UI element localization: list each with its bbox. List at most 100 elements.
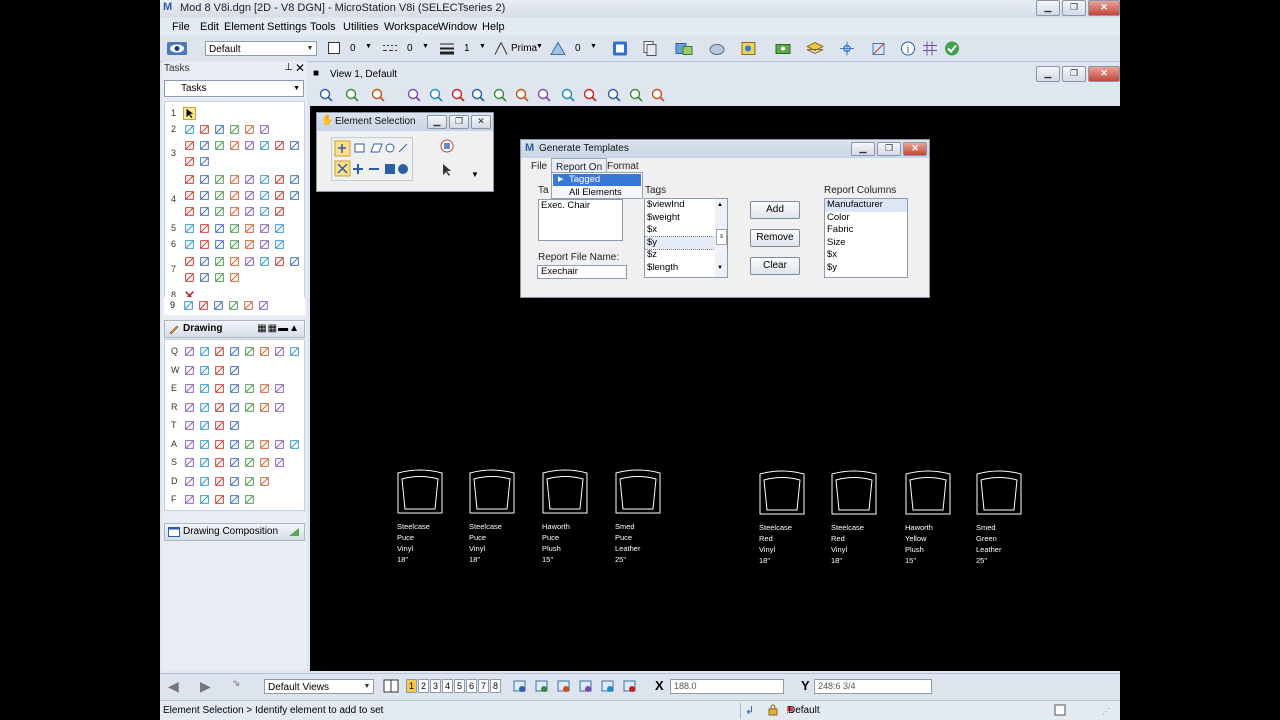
tool-icon[interactable]: [213, 271, 226, 284]
tool-icon[interactable]: [228, 205, 241, 218]
tool-icon[interactable]: [257, 299, 270, 312]
view-next-icon[interactable]: [582, 87, 598, 103]
tool-icon[interactable]: [273, 189, 286, 202]
line-style-icon[interactable]: [382, 40, 398, 57]
sheet-view-icon[interactable]: [578, 678, 594, 694]
class-value[interactable]: Prima: [511, 43, 537, 60]
accudraw-icon[interactable]: [870, 40, 888, 57]
window-area-icon[interactable]: [470, 87, 486, 103]
tool-icon[interactable]: [243, 382, 256, 395]
tool-icon[interactable]: [228, 401, 241, 414]
tool-icon[interactable]: [182, 299, 195, 312]
tool-icon[interactable]: [228, 238, 241, 251]
add-button[interactable]: Add: [750, 201, 800, 219]
menu-workspace[interactable]: Workspace: [384, 21, 439, 33]
close-button[interactable]: ✕: [471, 115, 491, 129]
chevron-down-icon[interactable]: ▼: [479, 43, 486, 60]
tool-icon[interactable]: [213, 419, 226, 432]
tool-icon[interactable]: [243, 139, 256, 152]
tool-icon[interactable]: [228, 189, 241, 202]
menu-window[interactable]: Window: [438, 21, 477, 33]
tool-icon[interactable]: [258, 238, 271, 251]
tool-icon[interactable]: [258, 189, 271, 202]
render-icon[interactable]: [740, 40, 758, 57]
tool-icon[interactable]: [198, 155, 211, 168]
view-attributes-icon[interactable]: [612, 40, 628, 57]
close-button[interactable]: ✕: [903, 142, 927, 156]
tool-icon[interactable]: [273, 222, 286, 235]
tool-icon[interactable]: [198, 205, 211, 218]
update-view-icon[interactable]: [406, 87, 422, 103]
menu-utilities[interactable]: Utilities: [343, 21, 378, 33]
tool-icon[interactable]: [198, 255, 211, 268]
element-selection-icon[interactable]: [183, 107, 196, 120]
chair-symbol[interactable]: [976, 470, 1022, 515]
report-column-item[interactable]: Manufacturer: [825, 199, 907, 212]
fit-view-icon[interactable]: [492, 87, 508, 103]
menu-edit[interactable]: Edit: [200, 21, 219, 33]
level-display-icon[interactable]: [166, 40, 188, 57]
tool-icon[interactable]: [198, 493, 211, 506]
cube-icon[interactable]: [512, 678, 528, 694]
zoom-in-icon[interactable]: [428, 87, 444, 103]
tool-icon[interactable]: [288, 139, 301, 152]
select-all-icon[interactable]: [440, 139, 454, 153]
view-3-button[interactable]: 3: [430, 679, 441, 693]
view-1-button[interactable]: 1: [406, 679, 417, 693]
tool-icon[interactable]: [183, 238, 196, 251]
tool-icon[interactable]: [198, 238, 211, 251]
document-icon[interactable]: [1053, 704, 1067, 716]
tool-icon[interactable]: [273, 401, 286, 414]
tool-icon[interactable]: [183, 493, 196, 506]
tool-icon[interactable]: [183, 345, 196, 358]
chevron-down-icon[interactable]: ▼: [471, 170, 479, 179]
close-button[interactable]: ✕: [1088, 0, 1120, 16]
y-coordinate-field[interactable]: 248:6 3/4: [814, 679, 932, 694]
tool-icon[interactable]: [258, 139, 271, 152]
view-attributes-icon[interactable]: [318, 87, 334, 103]
menu-help[interactable]: Help: [482, 21, 505, 33]
report-column-item[interactable]: Color: [825, 212, 907, 225]
tool-icon[interactable]: [258, 123, 271, 136]
view-7-button[interactable]: 7: [478, 679, 489, 693]
tool-icon[interactable]: [228, 345, 241, 358]
tool-icon[interactable]: [183, 382, 196, 395]
tool-icon[interactable]: [213, 173, 226, 186]
undo-icon[interactable]: ↲: [745, 704, 754, 717]
tool-icon[interactable]: [213, 205, 226, 218]
tool-icon[interactable]: [198, 382, 211, 395]
tool-icon[interactable]: [288, 345, 301, 358]
tool-icon[interactable]: [183, 205, 196, 218]
tool-icon[interactable]: [243, 475, 256, 488]
tool-icon[interactable]: [198, 438, 211, 451]
tool-icon[interactable]: [198, 419, 211, 432]
tool-icon[interactable]: [213, 364, 226, 377]
tool-icon[interactable]: [212, 299, 225, 312]
view-8-button[interactable]: 8: [490, 679, 501, 693]
tool-icon[interactable]: [273, 238, 286, 251]
tool-icon[interactable]: [258, 438, 271, 451]
clip-volume-icon[interactable]: [628, 87, 644, 103]
tool-icon[interactable]: [243, 238, 256, 251]
tags-scrollbar[interactable]: ▲ ≡ ▼: [715, 199, 727, 277]
view-restore-button[interactable]: ❐: [1062, 66, 1086, 82]
tasks-combo[interactable]: Tasks ▼: [164, 80, 304, 97]
tool-icon[interactable]: [213, 222, 226, 235]
tool-icon[interactable]: [228, 438, 241, 451]
view-close-button[interactable]: ✕: [1088, 66, 1120, 82]
tool-icon[interactable]: [228, 493, 241, 506]
menu-file[interactable]: File: [172, 21, 190, 33]
tool-icon[interactable]: [228, 475, 241, 488]
pointer-icon[interactable]: [440, 163, 454, 177]
pointer-icon[interactable]: ⇘: [232, 678, 240, 689]
tool-icon[interactable]: [183, 401, 196, 414]
lighting-icon[interactable]: [370, 87, 386, 103]
maximize-button[interactable]: ❐: [877, 142, 901, 156]
menu-tools[interactable]: Tools: [310, 21, 336, 33]
tool-icon[interactable]: [273, 255, 286, 268]
tool-icon[interactable]: [198, 123, 211, 136]
tool-icon[interactable]: [273, 382, 286, 395]
color-value[interactable]: 0: [350, 43, 356, 60]
tool-icon[interactable]: [288, 173, 301, 186]
element-class-icon[interactable]: [493, 40, 509, 57]
